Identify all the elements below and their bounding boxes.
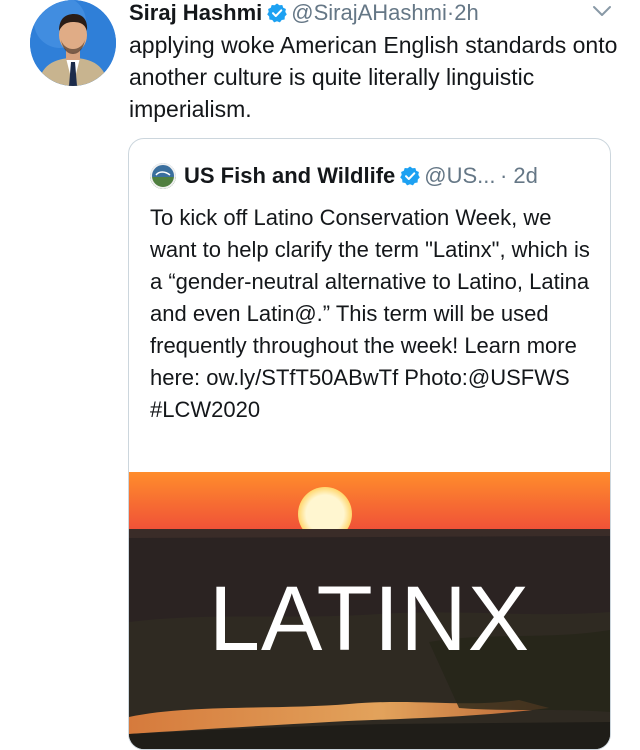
quoted-author-handle[interactable]: @US... — [424, 163, 495, 188]
quoted-tweet-header: US Fish and Wildlife @US... · 2d — [150, 163, 538, 191]
quoted-author-avatar[interactable] — [150, 163, 176, 189]
quoted-tweet-time[interactable]: · 2d — [500, 163, 538, 188]
author-avatar[interactable] — [30, 0, 116, 86]
quoted-author-name[interactable]: US Fish and Wildlife — [184, 163, 395, 188]
quoted-tweet-image[interactable]: LATINX — [129, 472, 610, 749]
author-name[interactable]: Siraj Hashmi — [129, 0, 262, 25]
quoted-tweet-text: To kick off Latino Conservation Week, we… — [150, 205, 590, 422]
tweet-time[interactable]: 2h — [454, 0, 478, 25]
verified-badge-icon — [267, 3, 288, 23]
tweet-text: applying woke American English standards… — [129, 32, 618, 122]
tweet-header: Siraj Hashmi @SirajAHashmi·2h — [129, 0, 629, 28]
quoted-tweet-card[interactable]: US Fish and Wildlife @US... · 2d To kick … — [128, 138, 611, 750]
chevron-down-icon[interactable] — [592, 4, 612, 18]
author-handle[interactable]: @SirajAHashmi — [291, 0, 447, 25]
image-overlay-text: LATINX — [208, 568, 531, 670]
verified-badge-icon — [400, 166, 421, 186]
